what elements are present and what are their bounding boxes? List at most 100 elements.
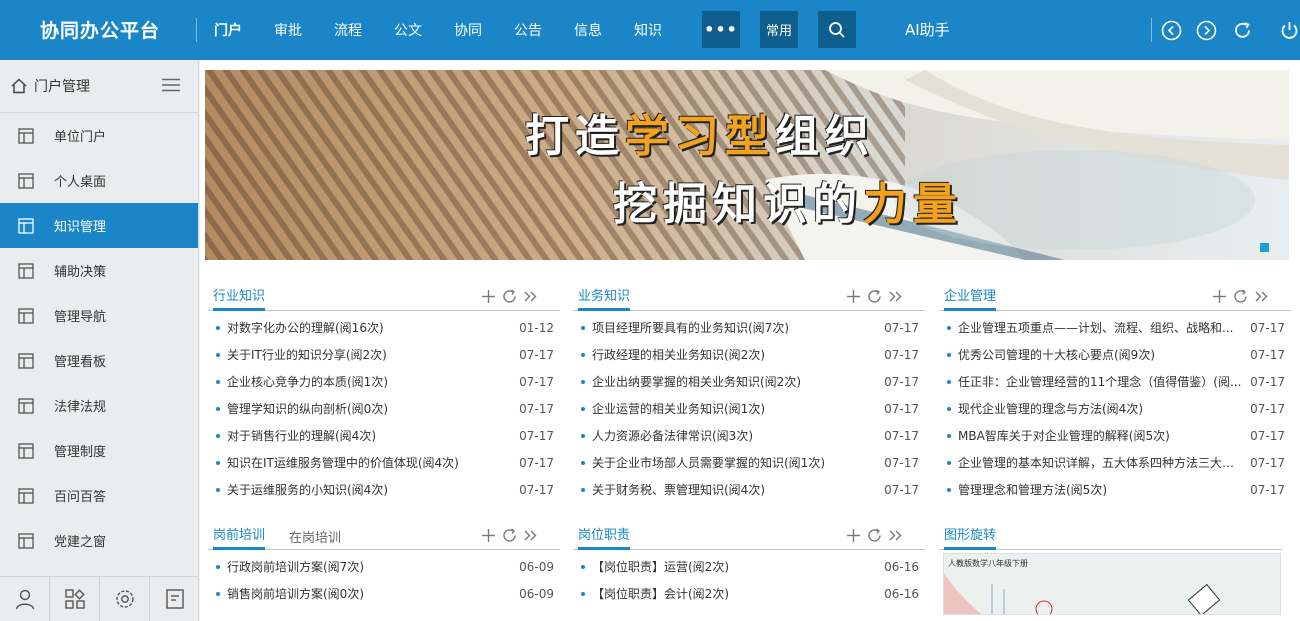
plus-icon[interactable] [846,528,861,543]
list-item[interactable]: 项目经理所要具有的业务知识(阅7次) 07-17 [573,314,925,341]
list-item-title[interactable]: 企业管理的基本知识详解，五大体系四种方法三大核... [958,454,1243,471]
refresh-small-icon[interactable] [867,289,882,304]
plus-icon[interactable] [1212,289,1227,304]
list-item-title[interactable]: 【岗位职责】运营(阅2次) [592,558,877,575]
list-item[interactable]: 【岗位职责】运营(阅2次) 06-16 [573,553,925,580]
settings-button[interactable] [100,577,150,621]
list-item-title[interactable]: 企业出纳要掌握的相关业务知识(阅2次) [592,373,877,390]
nav-item-approval[interactable]: 审批 [274,20,302,40]
nav-item-portal[interactable]: 门户 [214,20,242,40]
more-arrows-icon[interactable] [888,528,903,543]
more-arrows-icon[interactable] [523,289,538,304]
list-item-title[interactable]: 知识在IT运维服务管理中的价值体现(阅4次) [227,454,512,471]
list-item[interactable]: 知识在IT运维服务管理中的价值体现(阅4次) 07-17 [208,449,560,476]
list-item[interactable]: 行政岗前培训方案(阅7次) 06-09 [208,553,560,580]
list-item[interactable]: 关于企业市场部人员需要掌握的知识(阅1次) 07-17 [573,449,925,476]
sidebar-item-faq[interactable]: 百问百答 [0,473,198,518]
nav-item-knowledge[interactable]: 知识 [634,20,662,40]
list-item-title[interactable]: 对数字化办公的理解(阅16次) [227,319,512,336]
list-item-title[interactable]: 关于财务税、票管理知识(阅4次) [592,481,877,498]
list-item[interactable]: 任正非：企业管理经营的11个理念（值得借鉴）(阅... 07-17 [939,368,1291,395]
plus-icon[interactable] [481,289,496,304]
ai-assistant-button[interactable]: AI助手 [905,19,950,40]
list-item-title[interactable]: 管理学知识的纵向剖析(阅0次) [227,400,512,417]
sidebar-item-knowledge-management[interactable]: 知识管理 [0,203,198,248]
tab-job-duties[interactable]: 岗位职责 [578,524,631,550]
list-item[interactable]: 企业出纳要掌握的相关业务知识(阅2次) 07-17 [573,368,925,395]
back-icon[interactable] [1161,20,1182,41]
sidebar-item-party-building[interactable]: 党建之窗 [0,518,198,563]
tab-on-job-training[interactable]: 在岗培训 [289,527,341,550]
user-button[interactable] [0,577,50,621]
refresh-small-icon[interactable] [502,528,517,543]
tab-pre-job-training[interactable]: 岗前培训 [213,524,266,550]
nav-item-document[interactable]: 公文 [394,20,422,40]
list-item[interactable]: 优秀公司管理的十大核心要点(阅9次) 07-17 [939,341,1291,368]
sidebar-item-decision-support[interactable]: 辅助决策 [0,248,198,293]
list-item-title[interactable]: 现代企业管理的理念与方法(阅4次) [958,400,1243,417]
list-item-title[interactable]: 任正非：企业管理经营的11个理念（值得借鉴）(阅... [958,373,1243,390]
list-item[interactable]: 关于IT行业的知识分享(阅2次) 07-17 [208,341,560,368]
list-item-title[interactable]: 关于运维服务的小知识(阅4次) [227,481,512,498]
list-item[interactable]: 企业运营的相关业务知识(阅1次) 07-17 [573,395,925,422]
list-item[interactable]: 管理理念和管理方法(阅5次) 07-17 [939,476,1291,503]
list-item-title[interactable]: 关于IT行业的知识分享(阅2次) [227,346,512,363]
list-item-title[interactable]: 行政经理的相关业务知识(阅2次) [592,346,877,363]
list-item[interactable]: 企业核心竞争力的本质(阅1次) 07-17 [208,368,560,395]
tab-graphic-rotation[interactable]: 图形旋转 [944,524,997,550]
list-item[interactable]: 企业管理五项重点——计划、流程、组织、战略和... 07-17 [939,314,1291,341]
search-button[interactable] [818,11,856,48]
refresh-small-icon[interactable] [867,528,882,543]
power-icon[interactable] [1279,20,1300,41]
plus-icon[interactable] [846,289,861,304]
banner[interactable]: 打造学习型组织 挖掘知识的力量 [205,70,1289,260]
tab-enterprise-management[interactable]: 企业管理 [944,285,997,311]
apps-button[interactable] [50,577,100,621]
list-item-title[interactable]: 行政岗前培训方案(阅7次) [227,558,512,575]
list-item-title[interactable]: 企业核心竞争力的本质(阅1次) [227,373,512,390]
more-arrows-icon[interactable] [888,289,903,304]
nav-item-information[interactable]: 信息 [574,20,602,40]
rotation-image[interactable]: 人教版数学八年级下册 [943,553,1281,615]
nav-item-announcement[interactable]: 公告 [514,20,542,40]
refresh-icon[interactable] [1232,20,1253,41]
list-item[interactable]: 销售岗前培训方案(阅0次) 06-09 [208,580,560,607]
sidebar-item-management-board[interactable]: 管理看板 [0,338,198,383]
list-item[interactable]: 对于销售行业的理解(阅4次) 07-17 [208,422,560,449]
list-item-title[interactable]: 项目经理所要具有的业务知识(阅7次) [592,319,877,336]
refresh-small-icon[interactable] [502,289,517,304]
nav-item-process[interactable]: 流程 [334,20,362,40]
forward-icon[interactable] [1196,20,1217,41]
list-item-title[interactable]: 【岗位职责】会计(阅2次) [592,585,877,602]
more-button[interactable]: ••• [702,11,740,48]
list-item[interactable]: 管理学知识的纵向剖析(阅0次) 07-17 [208,395,560,422]
note-button[interactable] [150,577,199,621]
sidebar-item-laws-regulations[interactable]: 法律法规 [0,383,198,428]
list-item-title[interactable]: 对于销售行业的理解(阅4次) [227,427,512,444]
list-item-title[interactable]: 关于企业市场部人员需要掌握的知识(阅1次) [592,454,877,471]
list-item-title[interactable]: 销售岗前培训方案(阅0次) [227,585,512,602]
tab-industry-knowledge[interactable]: 行业知识 [213,285,266,311]
list-item[interactable]: 关于运维服务的小知识(阅4次) 07-17 [208,476,560,503]
list-item[interactable]: 企业管理的基本知识详解，五大体系四种方法三大核... 07-17 [939,449,1291,476]
sidebar-item-management-rules[interactable]: 管理制度 [0,428,198,473]
list-item-title[interactable]: MBA智库关于对企业管理的解释(阅5次) [958,427,1243,444]
more-arrows-icon[interactable] [1254,289,1269,304]
sidebar-item-management-navigation[interactable]: 管理导航 [0,293,198,338]
plus-icon[interactable] [481,528,496,543]
common-button[interactable]: 常用 [760,11,798,48]
list-item[interactable]: 行政经理的相关业务知识(阅2次) 07-17 [573,341,925,368]
list-item[interactable]: 【岗位职责】会计(阅2次) 06-16 [573,580,925,607]
more-arrows-icon[interactable] [523,528,538,543]
nav-item-collaboration[interactable]: 协同 [454,20,482,40]
list-item-title[interactable]: 人力资源必备法律常识(阅3次) [592,427,877,444]
tab-business-knowledge[interactable]: 业务知识 [578,285,631,311]
refresh-small-icon[interactable] [1233,289,1248,304]
list-item[interactable]: 现代企业管理的理念与方法(阅4次) 07-17 [939,395,1291,422]
list-item-title[interactable]: 企业运营的相关业务知识(阅1次) [592,400,877,417]
carousel-indicator[interactable] [1260,243,1269,252]
list-item[interactable]: 对数字化办公的理解(阅16次) 01-12 [208,314,560,341]
list-item-title[interactable]: 管理理念和管理方法(阅5次) [958,481,1243,498]
list-item[interactable]: 关于财务税、票管理知识(阅4次) 07-17 [573,476,925,503]
sidebar-item-personal-desktop[interactable]: 个人桌面 [0,158,198,203]
